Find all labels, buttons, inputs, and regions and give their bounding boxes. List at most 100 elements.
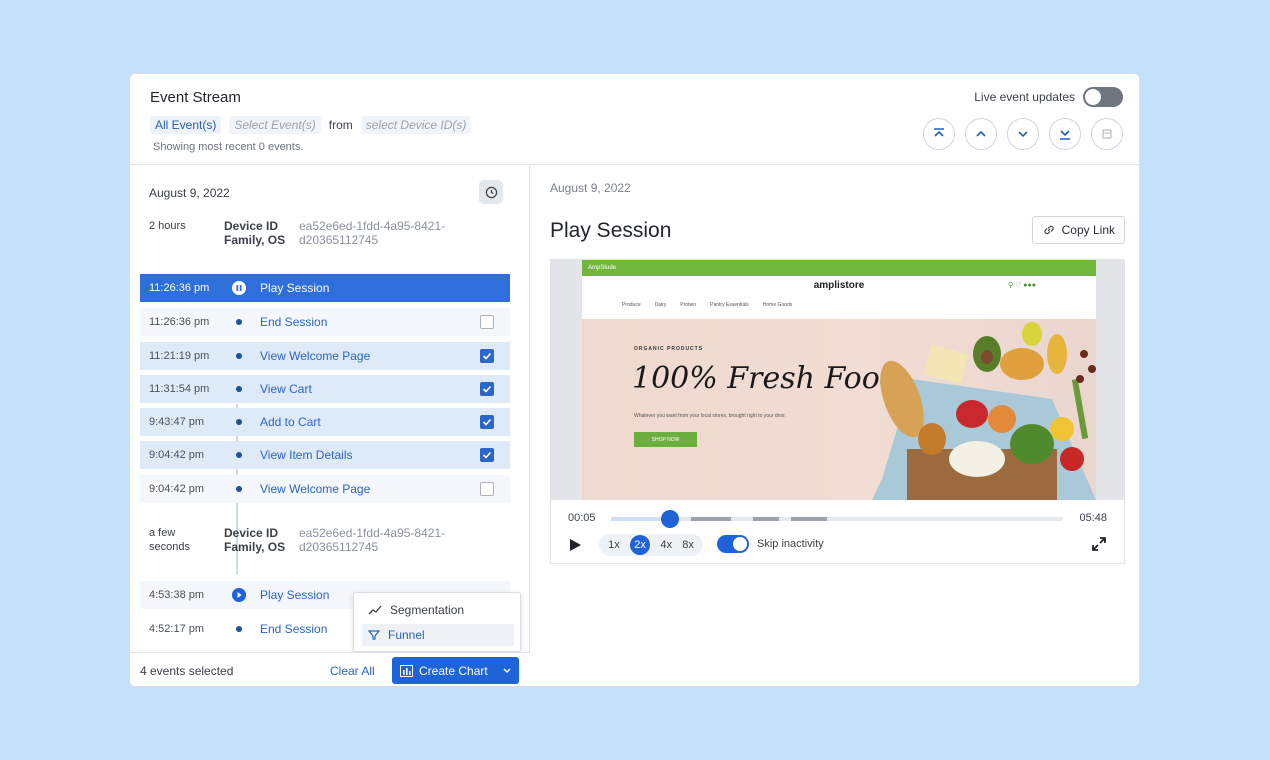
session-title: Play Session [550,219,672,242]
site-category: Home Goods [762,302,793,308]
select-events-filter[interactable]: Select Event(s) [229,116,321,134]
event-name: View Cart [260,382,312,396]
menu-item-label: Segmentation [390,603,465,617]
jump-to-bottom-button[interactable] [1049,118,1081,150]
player-controls: 00:05 05:48 1x 2x 4x 8x Skip inactivity [551,500,1124,563]
event-checkbox[interactable] [480,482,494,496]
timeline-dot [236,319,242,325]
navigation-buttons [923,118,1123,150]
event-time: 11:21:19 pm [149,350,210,362]
hero-subtitle: Whatever you want from your local stores… [634,413,787,419]
filter-bar: All Event(s) Select Event(s) from select… [150,116,472,134]
live-updates-label: Live event updates [974,90,1075,104]
selected-count: 4 events selected [140,663,234,678]
check-icon [482,352,492,360]
check-icon [482,451,492,459]
replayed-website: AmpStude amplistore ⚲ ♡ ●●● Produce Dair… [582,260,1096,500]
event-checkbox[interactable] [480,448,494,462]
live-updates: Live event updates [974,87,1123,107]
timeline-dot [236,626,242,632]
event-time: 11:31:54 pm [149,383,210,395]
speed-8x[interactable]: 8x [682,539,694,551]
create-chart-button[interactable]: Create Chart [392,657,519,684]
next-button[interactable] [1007,118,1039,150]
event-time: 4:52:17 pm [149,623,205,635]
device-label: Device ID Family, OS [224,526,286,554]
calendar-button[interactable] [1091,118,1123,150]
event-row[interactable]: 11:31:54 pm View Cart [140,375,510,403]
seek-handle[interactable] [661,510,679,528]
live-updates-toggle[interactable] [1083,87,1123,107]
jump-to-top-button[interactable] [923,118,955,150]
food-image [872,322,1096,500]
event-checkbox[interactable] [480,415,494,429]
event-name: Add to Cart [260,415,321,429]
chevron-up-double-icon [934,128,944,137]
showing-count: Showing most recent 0 events. [153,141,304,153]
event-row[interactable]: 9:43:47 pm Add to Cart [140,408,510,436]
event-row[interactable]: 9:04:42 pm View Welcome Page [140,475,510,503]
check-icon [482,418,492,426]
copy-link-button[interactable]: Copy Link [1031,216,1125,244]
menu-item-segmentation[interactable]: Segmentation [362,599,514,621]
timeline-dot [236,452,242,458]
play-icon[interactable] [568,538,582,552]
calendar-icon [1102,129,1112,139]
event-checkbox[interactable] [480,349,494,363]
replay-screen[interactable]: AmpStude amplistore ⚲ ♡ ●●● Produce Dair… [551,260,1124,500]
event-time: 11:26:36 pm [149,316,210,328]
skip-inactivity: Skip inactivity [717,535,824,553]
speed-1x[interactable]: 1x [608,539,620,551]
activity-segment [753,517,779,521]
clock-icon [485,186,497,198]
site-header-icons: ⚲ ♡ ●●● [1008,282,1036,289]
site-category: Dairy [654,302,667,308]
event-checkbox[interactable] [480,315,494,329]
fullscreen-icon[interactable] [1091,536,1107,552]
total-time: 05:48 [1079,512,1107,524]
event-row[interactable]: 9:04:42 pm View Item Details [140,441,510,469]
event-checkbox[interactable] [480,382,494,396]
copy-link-label: Copy Link [1061,223,1115,237]
previous-button[interactable] [965,118,997,150]
skip-inactivity-toggle[interactable] [717,535,749,553]
event-row[interactable]: 11:21:19 pm View Welcome Page [140,342,510,370]
event-date: August 9, 2022 [149,186,230,200]
event-row[interactable]: 11:26:36 pm Play Session [140,274,510,302]
chevron-down-icon [503,667,511,673]
session-panel: August 9, 2022 Play Session Copy Link Am… [530,165,1139,686]
menu-item-label: Funnel [388,628,425,642]
event-name: Play Session [260,281,330,295]
device-age: a few seconds [149,527,190,553]
bar-chart-icon [400,664,413,677]
current-time: 00:05 [568,512,596,524]
create-chart-label: Create Chart [419,663,488,678]
hero-tag: ORGANIC PRODUCTS [634,346,704,352]
event-time: 11:26:36 pm [149,282,210,294]
site-categories: Produce Dairy Protein Pantry Essentials … [622,302,792,308]
event-time: 9:04:42 pm [149,449,205,461]
site-hero: ORGANIC PRODUCTS 100% Fresh Food Whateve… [582,319,1096,500]
menu-item-funnel[interactable]: Funnel [362,624,514,646]
event-name: View Item Details [260,448,353,462]
hero-shop-button: SHOP NOW [634,432,697,447]
select-device-ids-filter[interactable]: select Device ID(s) [360,116,472,134]
event-row[interactable]: 11:26:36 pm End Session [140,308,510,336]
site-category: Pantry Essentials [710,302,749,308]
playback-speed-selector: 1x 2x 4x 8x [599,534,703,556]
time-format-button[interactable] [479,180,503,204]
seek-bar[interactable] [611,510,1063,528]
all-events-filter[interactable]: All Event(s) [150,116,222,134]
speed-2x[interactable]: 2x [630,535,651,555]
clear-all-button[interactable]: Clear All [330,664,375,678]
device-id: ea52e6ed-1fdd-4a95-8421-d20365112745 [299,219,446,247]
event-stream-card: Event Stream All Event(s) Select Event(s… [129,73,1140,687]
activity-segment [791,517,827,521]
speed-4x[interactable]: 4x [660,539,672,551]
event-list-panel: August 9, 2022 2 hours Device ID Family,… [130,165,530,686]
timeline-dot [236,419,242,425]
selection-footer: 4 events selected Clear All Create Chart [130,652,530,686]
header: Event Stream All Event(s) Select Event(s… [130,74,1139,165]
event-name: View Welcome Page [260,349,371,363]
create-chart-menu: Segmentation Funnel [353,592,521,652]
